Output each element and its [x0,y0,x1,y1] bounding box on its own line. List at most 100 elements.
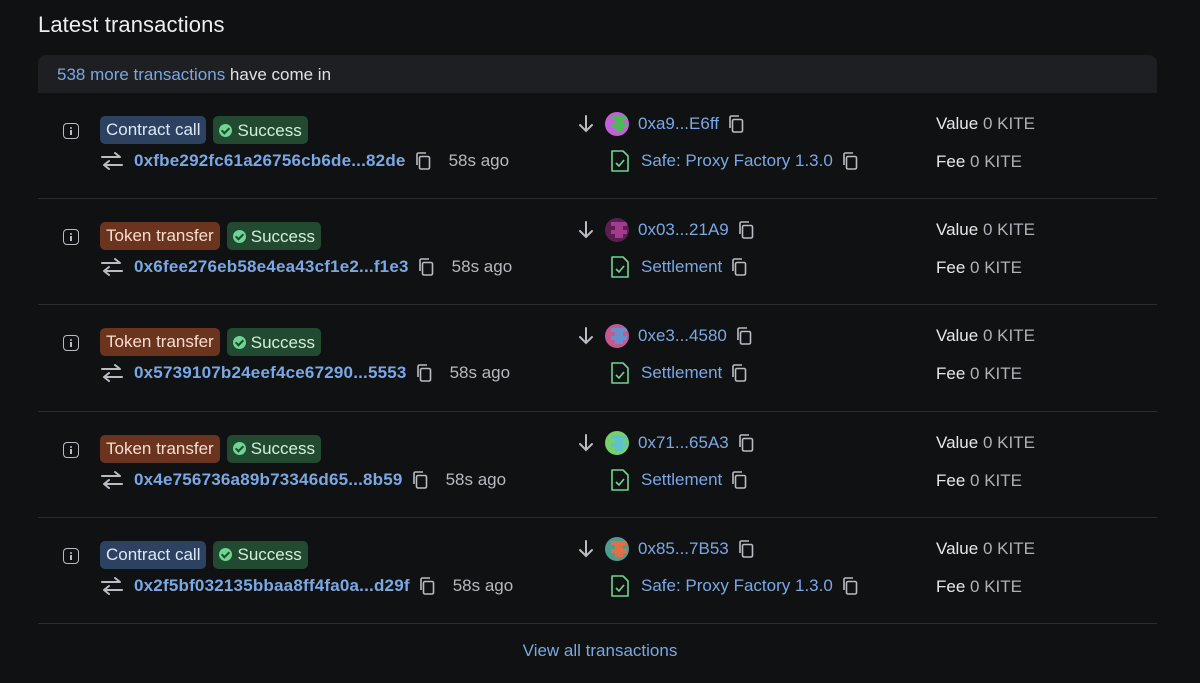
from-address-link[interactable]: 0x71...65A3 [638,433,729,453]
tx-hash-line: 0x6fee276eb58e4ea43cf1e2...f1e3 58s ago [100,257,512,277]
tx-hash-link[interactable]: 0x6fee276eb58e4ea43cf1e2...f1e3 [134,257,409,277]
tx-type-badge: Token transfer [100,328,220,357]
copy-icon[interactable] [419,576,435,595]
from-address-link[interactable]: 0x03...21A9 [638,220,729,240]
arrow-down-icon [579,221,593,239]
contract-icon [611,256,629,278]
info-icon[interactable] [63,229,79,246]
copy-icon[interactable] [738,539,754,558]
tx-hash-link[interactable]: 0x5739107b24eef4ce67290...5553 [134,363,407,383]
to-contract-link[interactable]: Settlement [641,470,722,490]
tx-tags: Token transfer Success [100,328,321,357]
status-badge: Success [226,434,321,463]
fee-label: Fee [936,470,966,490]
info-icon[interactable] [63,123,79,139]
fee-amount: 0 KITE [970,470,1022,490]
copy-icon[interactable] [738,221,754,239]
from-address-link[interactable]: 0x85...7B53 [638,539,729,559]
tx-type-badge: Contract call [100,540,207,569]
tx-tags: Contract call Success [100,540,308,569]
value-label: Value [936,432,979,452]
info-icon[interactable] [63,335,79,352]
copy-icon[interactable] [736,327,752,346]
tx-age: 58s ago [445,469,507,489]
arrow-down-icon [579,433,593,451]
tx-tags: Contract call Success [100,116,308,144]
value-label: Value [936,326,979,346]
tx-type-badge: Token transfer [100,222,220,251]
tx-tags: Token transfer Success [100,222,321,251]
to-contract-link[interactable]: Settlement [641,363,722,383]
tx-fee: Fee 0 KITE [936,577,1022,597]
to-contract-link[interactable]: Settlement [641,257,722,277]
copy-icon[interactable] [731,470,747,489]
copy-icon[interactable] [731,364,747,383]
tx-type-badge: Contract call [100,116,207,144]
copy-icon[interactable] [731,258,747,276]
tx-hash-link[interactable]: 0xfbe292fc61a26756cb6de...82de [134,151,406,171]
from-address-link[interactable]: 0xa9...E6ff [638,114,719,134]
to-contract: Safe: Proxy Factory 1.3.0 [610,574,858,598]
arrow-down-icon [579,115,593,133]
to-contract: Settlement [610,255,747,279]
from-address-link[interactable]: 0xe3...4580 [638,326,727,346]
copy-icon[interactable] [418,258,434,276]
status-label: Success [250,332,315,352]
from-address: 0x85...7B53 [577,536,754,561]
tx-hash-line: 0x4e756736a89b73346d65...8b59 58s ago [100,470,506,490]
tx-age: 58s ago [452,575,514,595]
fee-label: Fee [936,576,966,596]
copy-icon[interactable] [415,152,431,170]
value-amount: 0 KITE [982,432,1035,452]
copy-icon[interactable] [412,470,428,489]
contract-icon [611,468,629,491]
copy-icon[interactable] [416,364,432,383]
swap-arrows-icon [101,258,123,277]
copy-icon[interactable] [842,576,858,595]
value-label: Value [936,220,979,240]
copy-icon[interactable] [728,115,744,133]
tx-hash-line: 0xfbe292fc61a26756cb6de...82de 58s ago [100,151,509,171]
copy-icon[interactable] [738,433,754,452]
status-badge: Success [213,540,308,569]
tx-hash-link[interactable]: 0x2f5bf032135bbaa8ff4fa0a...d29f [134,576,410,596]
check-circle-icon [219,123,233,137]
section-title: Latest transactions [38,12,225,37]
status-badge: Success [226,222,321,251]
transactions-list: Contract call Success 0xfbe292fc61a26756… [38,93,1157,624]
tx-value: Value 0 KITE [936,220,1035,240]
value-label: Value [936,114,979,133]
transaction-row: Token transfer Success 0x5739107b24eef4c… [38,305,1157,412]
tx-type-badge: Token transfer [100,434,220,463]
info-icon[interactable] [63,441,79,458]
banner-text: have come in [225,65,332,84]
copy-icon[interactable] [842,152,858,170]
fee-label: Fee [936,152,966,171]
tx-fee: Fee 0 KITE [936,364,1022,384]
tx-hash-link[interactable]: 0x4e756736a89b73346d65...8b59 [134,470,403,490]
avatar [605,536,629,561]
to-contract: Settlement [610,361,747,385]
new-transactions-banner: 538 more transactions have come in [38,55,1157,93]
tx-hash-line: 0x5739107b24eef4ce67290...5553 58s ago [100,363,510,383]
status-label: Success [250,439,315,459]
fee-amount: 0 KITE [970,152,1022,171]
contract-icon [611,150,629,172]
tx-age: 58s ago [448,151,510,170]
to-contract: Settlement [610,468,747,492]
check-circle-icon [232,229,246,243]
fee-amount: 0 KITE [970,364,1022,384]
to-contract-link[interactable]: Safe: Proxy Factory 1.3.0 [641,151,833,171]
tx-value: Value 0 KITE [936,433,1035,453]
tx-age: 58s ago [451,257,513,277]
to-contract-link[interactable]: Safe: Proxy Factory 1.3.0 [641,576,833,596]
value-amount: 0 KITE [982,220,1035,240]
more-transactions-link[interactable]: 538 more transactions [57,65,225,84]
info-icon[interactable] [63,547,79,564]
swap-arrows-icon [101,576,123,595]
swap-arrows-icon [101,152,123,170]
transaction-row: Token transfer Success 0x4e756736a89b733… [38,412,1157,518]
to-contract: Safe: Proxy Factory 1.3.0 [610,149,858,173]
fee-label: Fee [936,364,966,384]
view-all-transactions-link[interactable]: View all transactions [0,641,1200,661]
